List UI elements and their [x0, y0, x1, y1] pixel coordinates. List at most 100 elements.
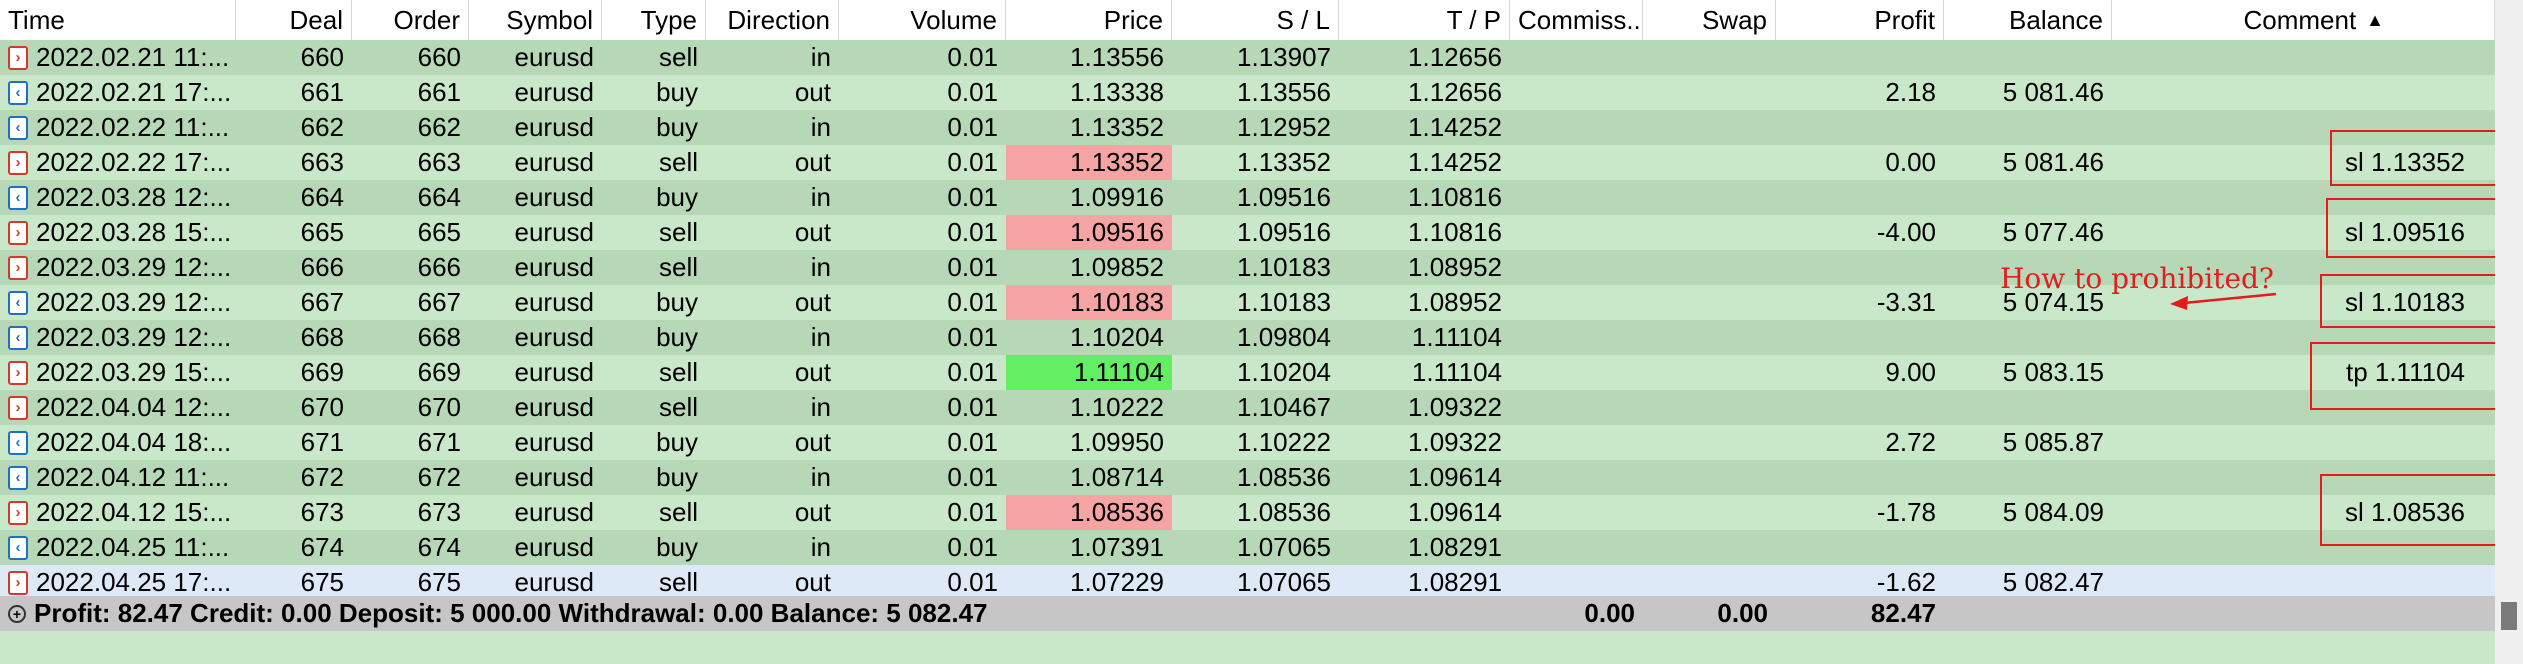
table-row[interactable]: ‹ 2022.02.21 17:... 661 661 eurusd buy out 0.01… — [0, 75, 2495, 110]
tp-value: 1.14252 — [1408, 112, 1502, 142]
cell-tp: 1.10816 — [1339, 215, 1510, 250]
cell-deal: 671 — [236, 425, 352, 460]
column-header-comment[interactable]: Comment ▲ — [2112, 0, 2495, 40]
column-header-swap[interactable]: Swap — [1643, 0, 1776, 40]
scrollbar-thumb[interactable] — [2501, 602, 2517, 630]
order-value: 668 — [417, 322, 461, 352]
cell-time: ‹ 2022.03.28 12:... — [0, 180, 236, 215]
cell-deal: 664 — [236, 180, 352, 215]
table-row[interactable]: › 2022.03.29 15:... 669 669 eurusd sell out 0.0… — [0, 355, 2495, 390]
price-value: 1.13352 — [1070, 112, 1164, 142]
cell-deal: 666 — [236, 250, 352, 285]
column-header-direction[interactable]: Direction — [706, 0, 839, 40]
column-header-commission[interactable]: Commiss... — [1510, 0, 1643, 40]
table-row[interactable]: ‹ 2022.04.12 11:... 672 672 eurusd buy in 0.01 1… — [0, 460, 2495, 495]
cell-tp: 1.11104 — [1339, 355, 1510, 390]
sl-value: 1.09516 — [1237, 182, 1331, 212]
cell-order: 662 — [352, 110, 469, 145]
table-row[interactable]: › 2022.02.21 11:... 660 660 eurusd sell in 0.01… — [0, 40, 2495, 75]
cell-swap — [1643, 145, 1776, 180]
table-row[interactable]: ‹ 2022.03.29 12:... 668 668 eurusd buy in 0.01 1… — [0, 320, 2495, 355]
cell-balance — [1944, 460, 2112, 495]
column-header-label: Comment — [2243, 4, 2357, 35]
column-header-balance[interactable]: Balance — [1944, 0, 2112, 40]
volume-value: 0.01 — [947, 112, 998, 142]
cell-sl: 1.10183 — [1172, 285, 1339, 320]
table-row[interactable]: › 2022.04.04 12:... 670 670 eurusd sell in 0.01… — [0, 390, 2495, 425]
cell-swap — [1643, 180, 1776, 215]
table-row[interactable]: ‹ 2022.04.25 11:... 674 674 eurusd buy in 0.01 1… — [0, 530, 2495, 565]
column-header-label: Time — [8, 4, 65, 35]
profit-value: -4.00 — [1876, 217, 1936, 247]
table-row[interactable]: ‹ 2022.03.28 12:... 664 664 eurusd buy in 0.01 1… — [0, 180, 2495, 215]
price-value: 1.11104 — [1073, 357, 1164, 387]
column-header-label: Order — [393, 4, 460, 35]
symbol-value: eurusd — [514, 322, 595, 352]
column-header-symbol[interactable]: Symbol — [469, 0, 602, 40]
expand-plus-icon[interactable]: + — [8, 604, 26, 623]
order-value: 670 — [417, 392, 461, 422]
order-value: 674 — [417, 532, 461, 562]
cell-time: › 2022.03.28 15:... — [0, 215, 236, 250]
deal-value: 665 — [300, 217, 344, 247]
sl-value: 1.13556 — [1237, 77, 1331, 107]
table-row[interactable]: › 2022.02.22 17:... 663 663 eurusd sell out 0.0… — [0, 145, 2495, 180]
column-header-tp[interactable]: T / P — [1339, 0, 1510, 40]
order-value: 675 — [417, 567, 461, 597]
cell-sl: 1.08536 — [1172, 495, 1339, 530]
cell-order: 671 — [352, 425, 469, 460]
table-row[interactable]: ‹ 2022.04.04 18:... 671 671 eurusd buy out 0.01… — [0, 425, 2495, 460]
cell-balance — [1944, 110, 2112, 145]
cell-price: 1.07229 — [1006, 565, 1172, 600]
tp-value: 1.09614 — [1408, 462, 1502, 492]
column-header-sl[interactable]: S / L — [1172, 0, 1339, 40]
cell-volume: 0.01 — [839, 75, 1006, 110]
cell-direction: in — [706, 250, 839, 285]
cell-price: 1.08714 — [1006, 460, 1172, 495]
type-value: buy — [656, 322, 698, 352]
cell-commission — [1510, 565, 1643, 600]
column-header-deal[interactable]: Deal — [236, 0, 352, 40]
price-value: 1.08536 — [1070, 497, 1164, 527]
cell-symbol: eurusd — [469, 145, 602, 180]
volume-value: 0.01 — [947, 567, 998, 597]
vertical-scrollbar[interactable] — [2495, 0, 2523, 664]
column-header-volume[interactable]: Volume — [839, 0, 1006, 40]
table-row[interactable]: › 2022.03.28 15:... 665 665 eurusd sell out 0.0… — [0, 215, 2495, 250]
type-value: sell — [658, 252, 698, 282]
type-value: buy — [656, 182, 698, 212]
footer-summary: + Profit: 82.47 Credit: 0.00 Deposit: 5 … — [0, 596, 1100, 631]
cell-balance: 5 081.46 — [1944, 75, 2112, 110]
tp-value: 1.08952 — [1408, 287, 1502, 317]
comment-highlight-box — [2320, 474, 2500, 546]
column-header-order[interactable]: Order — [352, 0, 469, 40]
cell-tp: 1.08291 — [1339, 565, 1510, 600]
cell-tp: 1.14252 — [1339, 110, 1510, 145]
cell-type: sell — [602, 40, 706, 75]
column-header-time[interactable]: Time — [0, 0, 236, 40]
cell-symbol: eurusd — [469, 355, 602, 390]
deal-value: 660 — [300, 42, 344, 72]
cell-commission — [1510, 530, 1643, 565]
price-value: 1.08714 — [1070, 462, 1164, 492]
column-header-price[interactable]: Price — [1006, 0, 1172, 40]
cell-type: buy — [602, 75, 706, 110]
cell-balance: 5 084.09 — [1944, 495, 2112, 530]
column-header-type[interactable]: Type — [602, 0, 706, 40]
table-row[interactable]: ‹ 2022.02.22 11:... 662 662 eurusd buy in 0.01 1… — [0, 110, 2495, 145]
cell-commission — [1510, 425, 1643, 460]
cell-price: 1.08536 — [1006, 495, 1172, 530]
deal-value: 671 — [300, 427, 344, 457]
tp-value: 1.12656 — [1408, 42, 1502, 72]
buy-deal-icon: ‹ — [8, 115, 28, 140]
table-row[interactable]: › 2022.04.12 15:... 673 673 eurusd sell out 0.0… — [0, 495, 2495, 530]
direction-value: in — [810, 252, 831, 282]
sl-value: 1.09804 — [1237, 322, 1331, 352]
direction-value: in — [810, 112, 831, 142]
table-row[interactable]: › 2022.04.25 17:... 675 675 eurusd sell out 0.0… — [0, 565, 2495, 600]
column-header-label: Profit — [1874, 4, 1935, 35]
column-header-profit[interactable]: Profit — [1776, 0, 1944, 40]
comment-highlight-box — [2310, 342, 2500, 410]
symbol-value: eurusd — [514, 567, 595, 597]
cell-time: ‹ 2022.02.22 11:... — [0, 110, 236, 145]
